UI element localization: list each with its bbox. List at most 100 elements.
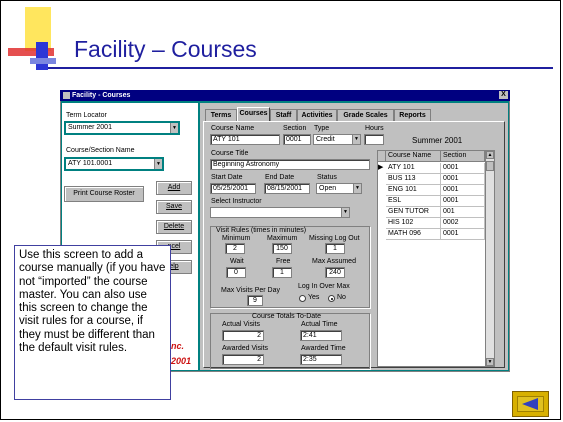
type-select[interactable]: Credit ▼ <box>313 134 361 145</box>
status-select[interactable]: Open ▼ <box>316 183 362 194</box>
window-title: Facility - Courses <box>72 92 131 99</box>
chevron-down-icon[interactable]: ▼ <box>341 208 349 217</box>
end-date-label: End Date <box>265 174 295 181</box>
maximum-input[interactable]: 150 <box>272 243 292 254</box>
visit-rules-heading: Visit Rules (times in minutes) <box>216 227 307 234</box>
section-input[interactable]: 0001 <box>283 134 311 145</box>
chevron-down-icon[interactable]: ▼ <box>154 159 162 169</box>
minimum-input[interactable]: 2 <box>225 243 245 254</box>
status-value: Open <box>319 185 337 192</box>
max-visits-label: Max Visits Per Day <box>221 287 280 294</box>
grid-cell-course[interactable]: ENG 101 <box>386 185 441 196</box>
grid-cell-section[interactable]: 0001 <box>441 174 485 185</box>
yes-radio[interactable] <box>299 295 306 302</box>
background-text-inc: nc. <box>171 341 185 351</box>
grid-cell-course[interactable]: ATY 101 <box>386 163 441 174</box>
tab-activities[interactable]: Activities <box>297 109 337 121</box>
grid-cell-course[interactable]: HIS 102 <box>386 218 441 229</box>
course-section-label: Course/Section Name <box>66 147 135 154</box>
grid-corner <box>378 151 386 162</box>
no-label: No <box>337 294 346 301</box>
close-icon[interactable]: X <box>499 91 508 99</box>
window-titlebar: Facility - Courses X <box>60 90 510 101</box>
nav-button-face <box>517 396 544 412</box>
wait-label: Wait <box>230 258 244 265</box>
scroll-thumb[interactable] <box>486 161 494 171</box>
instructor-select[interactable]: ▼ <box>210 207 350 218</box>
section-label: Section <box>283 125 307 132</box>
actual-visits-input: 2 <box>222 330 264 341</box>
minimum-label: Minimum <box>222 235 251 242</box>
scroll-down-icon[interactable]: ▼ <box>486 358 494 366</box>
current-row-marker: ▶ <box>378 164 384 171</box>
grid-cell-section[interactable]: 0001 <box>441 185 485 196</box>
grid-cell-course[interactable]: GEN TUTOR <box>386 207 441 218</box>
maximum-label: Maximum <box>267 235 298 242</box>
course-title-input[interactable]: Beginning Astronomy <box>210 159 370 170</box>
course-section-value: ATY 101.0001 <box>68 160 113 167</box>
print-course-roster-button[interactable]: Print Course Roster <box>64 186 144 202</box>
grid-cell-course[interactable]: MATH 096 <box>386 229 441 240</box>
wait-input[interactable]: 0 <box>226 267 246 278</box>
instruction-callout: Use this screen to add a course manually… <box>14 245 171 400</box>
app-icon <box>63 92 70 99</box>
course-name-input[interactable]: ATY 101 <box>210 134 280 145</box>
scroll-up-icon[interactable]: ▲ <box>486 151 494 159</box>
add-button[interactable]: Add <box>156 181 192 195</box>
course-totals-heading: Course Totals To-Date <box>252 313 321 320</box>
title-underline <box>48 67 553 69</box>
type-label: Type <box>314 125 330 132</box>
awarded-time-label: Awarded Time <box>301 345 346 352</box>
tab-staff[interactable]: Staff <box>270 109 297 121</box>
chevron-down-icon[interactable]: ▼ <box>352 135 360 144</box>
start-date-input[interactable]: 05/25/2001 <box>210 183 256 194</box>
awarded-visits-label: Awarded Visits <box>222 345 269 352</box>
chevron-down-icon[interactable]: ▼ <box>170 123 178 133</box>
tab-terms[interactable]: Terms <box>205 109 237 121</box>
course-section-select[interactable]: ATY 101.0001 ▼ <box>64 157 164 171</box>
free-input[interactable]: 1 <box>272 267 292 278</box>
course-title-label: Course Title <box>211 150 249 157</box>
chevron-down-icon[interactable]: ▼ <box>353 184 361 193</box>
max-visits-input[interactable]: 9 <box>247 295 263 306</box>
yes-label: Yes <box>308 294 320 301</box>
tab-grade-scales[interactable]: Grade Scales <box>337 109 394 121</box>
back-nav-button[interactable] <box>512 391 549 417</box>
max-assumed-label: Max Assumed <box>312 258 356 265</box>
term-locator-label: Term Locator <box>66 112 107 119</box>
grid-header-section[interactable]: Section <box>441 151 485 162</box>
course-name-label: Course Name <box>211 125 255 132</box>
login-over-max-label: Log In Over Max <box>298 283 350 290</box>
term-locator-value: Summer 2001 <box>68 124 112 131</box>
actual-time-input: 2:41 <box>300 330 342 341</box>
end-date-input[interactable]: 08/15/2001 <box>264 183 310 194</box>
tab-courses[interactable]: Courses <box>237 107 270 121</box>
actual-visits-label: Actual Visits <box>222 321 260 328</box>
delete-button[interactable]: Delete <box>156 220 192 234</box>
decor-blue-bar-2 <box>30 58 56 64</box>
grid-cell-section[interactable]: 0001 <box>441 196 485 207</box>
free-label: Free <box>276 258 291 265</box>
missing-logout-input[interactable]: 1 <box>325 243 345 254</box>
grid-cell-section[interactable]: 0001 <box>441 229 485 240</box>
hours-label: Hours <box>365 125 384 132</box>
decor-blue-bar <box>36 42 48 70</box>
grid-cell-course[interactable]: ESL <box>386 196 441 207</box>
grid-cell-section[interactable]: 001 <box>441 207 485 218</box>
save-button[interactable]: Save <box>156 200 192 214</box>
no-radio[interactable] <box>328 295 335 302</box>
grid-scrollbar[interactable]: ▲ ▼ <box>485 151 494 366</box>
back-arrow-icon <box>522 398 538 410</box>
tab-reports[interactable]: Reports <box>394 109 431 121</box>
status-label: Status <box>317 174 337 181</box>
max-assumed-input[interactable]: 240 <box>325 267 345 278</box>
background-text-year: 2001 <box>171 356 192 366</box>
term-locator-select[interactable]: Summer 2001 ▼ <box>64 121 180 135</box>
slide-title: Facility – Courses <box>74 36 257 62</box>
hours-input[interactable] <box>364 134 384 145</box>
grid-cell-section[interactable]: 0002 <box>441 218 485 229</box>
grid-cell-course[interactable]: BUS 113 <box>386 174 441 185</box>
term-display: Summer 2001 <box>412 136 463 145</box>
grid-cell-section[interactable]: 0001 <box>441 163 485 174</box>
grid-header-course-name[interactable]: Course Name <box>386 151 441 162</box>
